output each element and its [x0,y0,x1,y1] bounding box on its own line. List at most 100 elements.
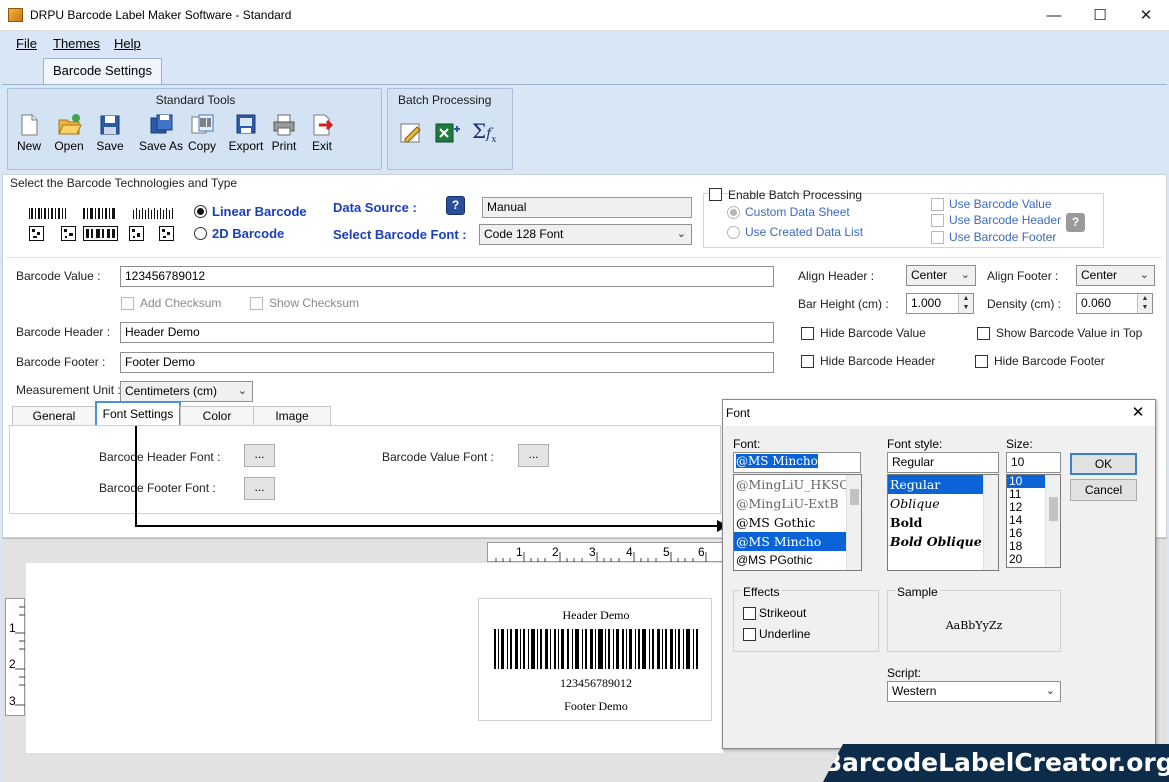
align-footer-select[interactable]: Center ⌄ [1076,265,1155,286]
custom-data-sheet-label[interactable]: Custom Data Sheet [745,205,850,219]
menu-themes[interactable]: Themes [53,36,100,51]
tab-general-settings[interactable]: General Settings [12,406,96,441]
hide-barcode-footer-label[interactable]: Hide Barcode Footer [994,354,1105,368]
spinner-arrows-icon[interactable]: ▲ ▼ [958,294,973,313]
enable-batch-label[interactable]: Enable Batch Processing [728,188,862,202]
scrollbar-thumb[interactable] [850,489,859,505]
spinner-arrows-icon[interactable]: ▲ ▼ [1137,294,1152,313]
batch-excel-icon[interactable] [434,121,462,148]
hide-barcode-value-checkbox[interactable] [801,327,814,340]
custom-data-sheet-radio[interactable] [727,206,740,219]
script-label: Script: [887,666,922,680]
font-list-item[interactable]: @MS PGothic [734,551,861,570]
copy-barcode-icon [190,113,214,137]
script-select[interactable]: Western ⌄ [887,681,1061,702]
tab-barcode-settings[interactable]: Barcode Settings [43,58,162,84]
style-list-item-selected[interactable]: Regular [888,475,998,494]
tab-color-settings[interactable]: Color Settings [180,406,254,441]
2d-barcode-label[interactable]: 2D Barcode [212,226,284,241]
style-list-item[interactable]: Bold Oblique [888,532,998,551]
ok-button[interactable]: OK [1070,453,1137,475]
menu-help[interactable]: Help [114,36,141,51]
linear-barcode-label[interactable]: Linear Barcode [212,204,307,219]
show-value-top-label[interactable]: Show Barcode Value in Top [996,326,1142,340]
bar-height-value: 1.000 [911,296,942,310]
font-list-item[interactable]: @MingLiU-ExtB [734,494,861,513]
density-value: 0.060 [1081,296,1112,310]
maximize-button[interactable]: ☐ [1077,0,1123,31]
copy-button[interactable]: Copy [181,113,223,153]
font-style-list[interactable]: Regular Oblique Bold Bold Oblique [887,474,999,571]
data-source-help-icon[interactable]: ? [446,196,465,215]
font-list-item[interactable]: @MS Gothic [734,513,861,532]
close-button[interactable]: ✕ [1123,0,1169,31]
barcode-label-preview[interactable]: Header Demo 123456789012 Footer Demo [478,598,712,721]
hide-barcode-header-label[interactable]: Hide Barcode Header [820,354,935,368]
data-source-field[interactable]: Manual [482,197,692,218]
cancel-button[interactable]: Cancel [1070,479,1137,501]
show-checksum-checkbox[interactable] [250,297,263,310]
font-list-scrollbar[interactable] [846,475,861,570]
created-data-list-label[interactable]: Use Created Data List [745,225,863,239]
add-checksum-checkbox[interactable] [121,297,134,310]
batch-edit-icon[interactable] [399,121,425,148]
strikeout-checkbox[interactable] [743,607,756,620]
barcode-font-select[interactable]: Code 128 Font ⌄ [479,224,692,245]
tab-image-settings[interactable]: Image Settings [253,406,331,441]
open-button[interactable]: Open [48,113,90,153]
save-as-label: Save As [138,139,184,153]
save-button[interactable]: Save [89,113,131,153]
standard-tools-title: Standard Tools [155,93,236,107]
use-barcode-footer-label[interactable]: Use Barcode Footer [949,230,1056,244]
underline-checkbox[interactable] [743,628,756,641]
font-style-input[interactable]: Regular [887,452,999,473]
font-list-item[interactable]: @MingLiU_HKSCS-ExtB [734,475,861,494]
tab-font-settings[interactable]: Font Settings [95,401,181,427]
align-header-select[interactable]: Center ⌄ [906,265,976,286]
batch-help-icon[interactable]: ? [1066,213,1085,232]
font-dialog-close-icon[interactable]: ✕ [1125,403,1151,423]
underline-label[interactable]: Underline [759,627,810,641]
barcode-footer-input[interactable]: Footer Demo [120,352,774,373]
use-barcode-header-checkbox[interactable] [931,214,944,227]
hide-barcode-header-checkbox[interactable] [801,355,814,368]
measurement-unit-select[interactable]: Centimeters (cm) ⌄ [120,381,253,402]
use-barcode-header-label[interactable]: Use Barcode Header [949,213,1061,227]
strikeout-label[interactable]: Strikeout [759,606,806,620]
use-barcode-value-checkbox[interactable] [931,198,944,211]
barcode-value-label: Barcode Value : [16,269,101,283]
batch-formula-icon[interactable]: Σfx [472,119,496,145]
font-list-item-selected[interactable]: @MS Mincho [734,532,861,551]
font-name-input[interactable]: @MS Mincho [733,452,861,473]
hide-barcode-value-label[interactable]: Hide Barcode Value [820,326,926,340]
barcode-header-input[interactable]: Header Demo [120,322,774,343]
density-spinner[interactable]: 0.060 ▲ ▼ [1076,293,1153,314]
effects-label: Effects [741,585,782,599]
bar-height-label: Bar Height (cm) : [798,297,889,311]
minimize-button[interactable]: — [1031,0,1077,31]
created-data-list-radio[interactable] [727,226,740,239]
font-size-input[interactable]: 10 [1006,452,1061,473]
style-list-item[interactable]: Bold [888,513,998,532]
style-list-item[interactable]: Oblique [888,494,998,513]
new-button[interactable]: New [8,113,50,153]
use-barcode-value-label[interactable]: Use Barcode Value [949,197,1052,211]
chevron-down-icon: ⌄ [676,228,686,240]
font-name-list[interactable]: @MingLiU_HKSCS-ExtB @MingLiU-ExtB @MS Go… [733,474,862,571]
linear-barcode-radio[interactable] [194,205,207,218]
size-list-scrollbar[interactable] [1045,475,1060,567]
hide-barcode-footer-checkbox[interactable] [975,355,988,368]
exit-button[interactable]: Exit [301,113,343,153]
style-list-scrollbar[interactable] [983,475,998,570]
print-button[interactable]: Print [263,113,305,153]
font-size-list[interactable]: 10 11 12 14 16 18 20 [1006,474,1061,568]
save-as-button[interactable]: Save As [136,113,186,153]
barcode-value-input[interactable]: 123456789012 [120,266,774,287]
menu-file[interactable]: File [16,36,37,51]
enable-batch-checkbox[interactable] [709,188,722,201]
use-barcode-footer-checkbox[interactable] [931,231,944,244]
bar-height-spinner[interactable]: 1.000 ▲ ▼ [906,293,974,314]
2d-barcode-radio[interactable] [194,227,207,240]
show-value-top-checkbox[interactable] [977,327,990,340]
scrollbar-thumb[interactable] [1049,497,1058,521]
